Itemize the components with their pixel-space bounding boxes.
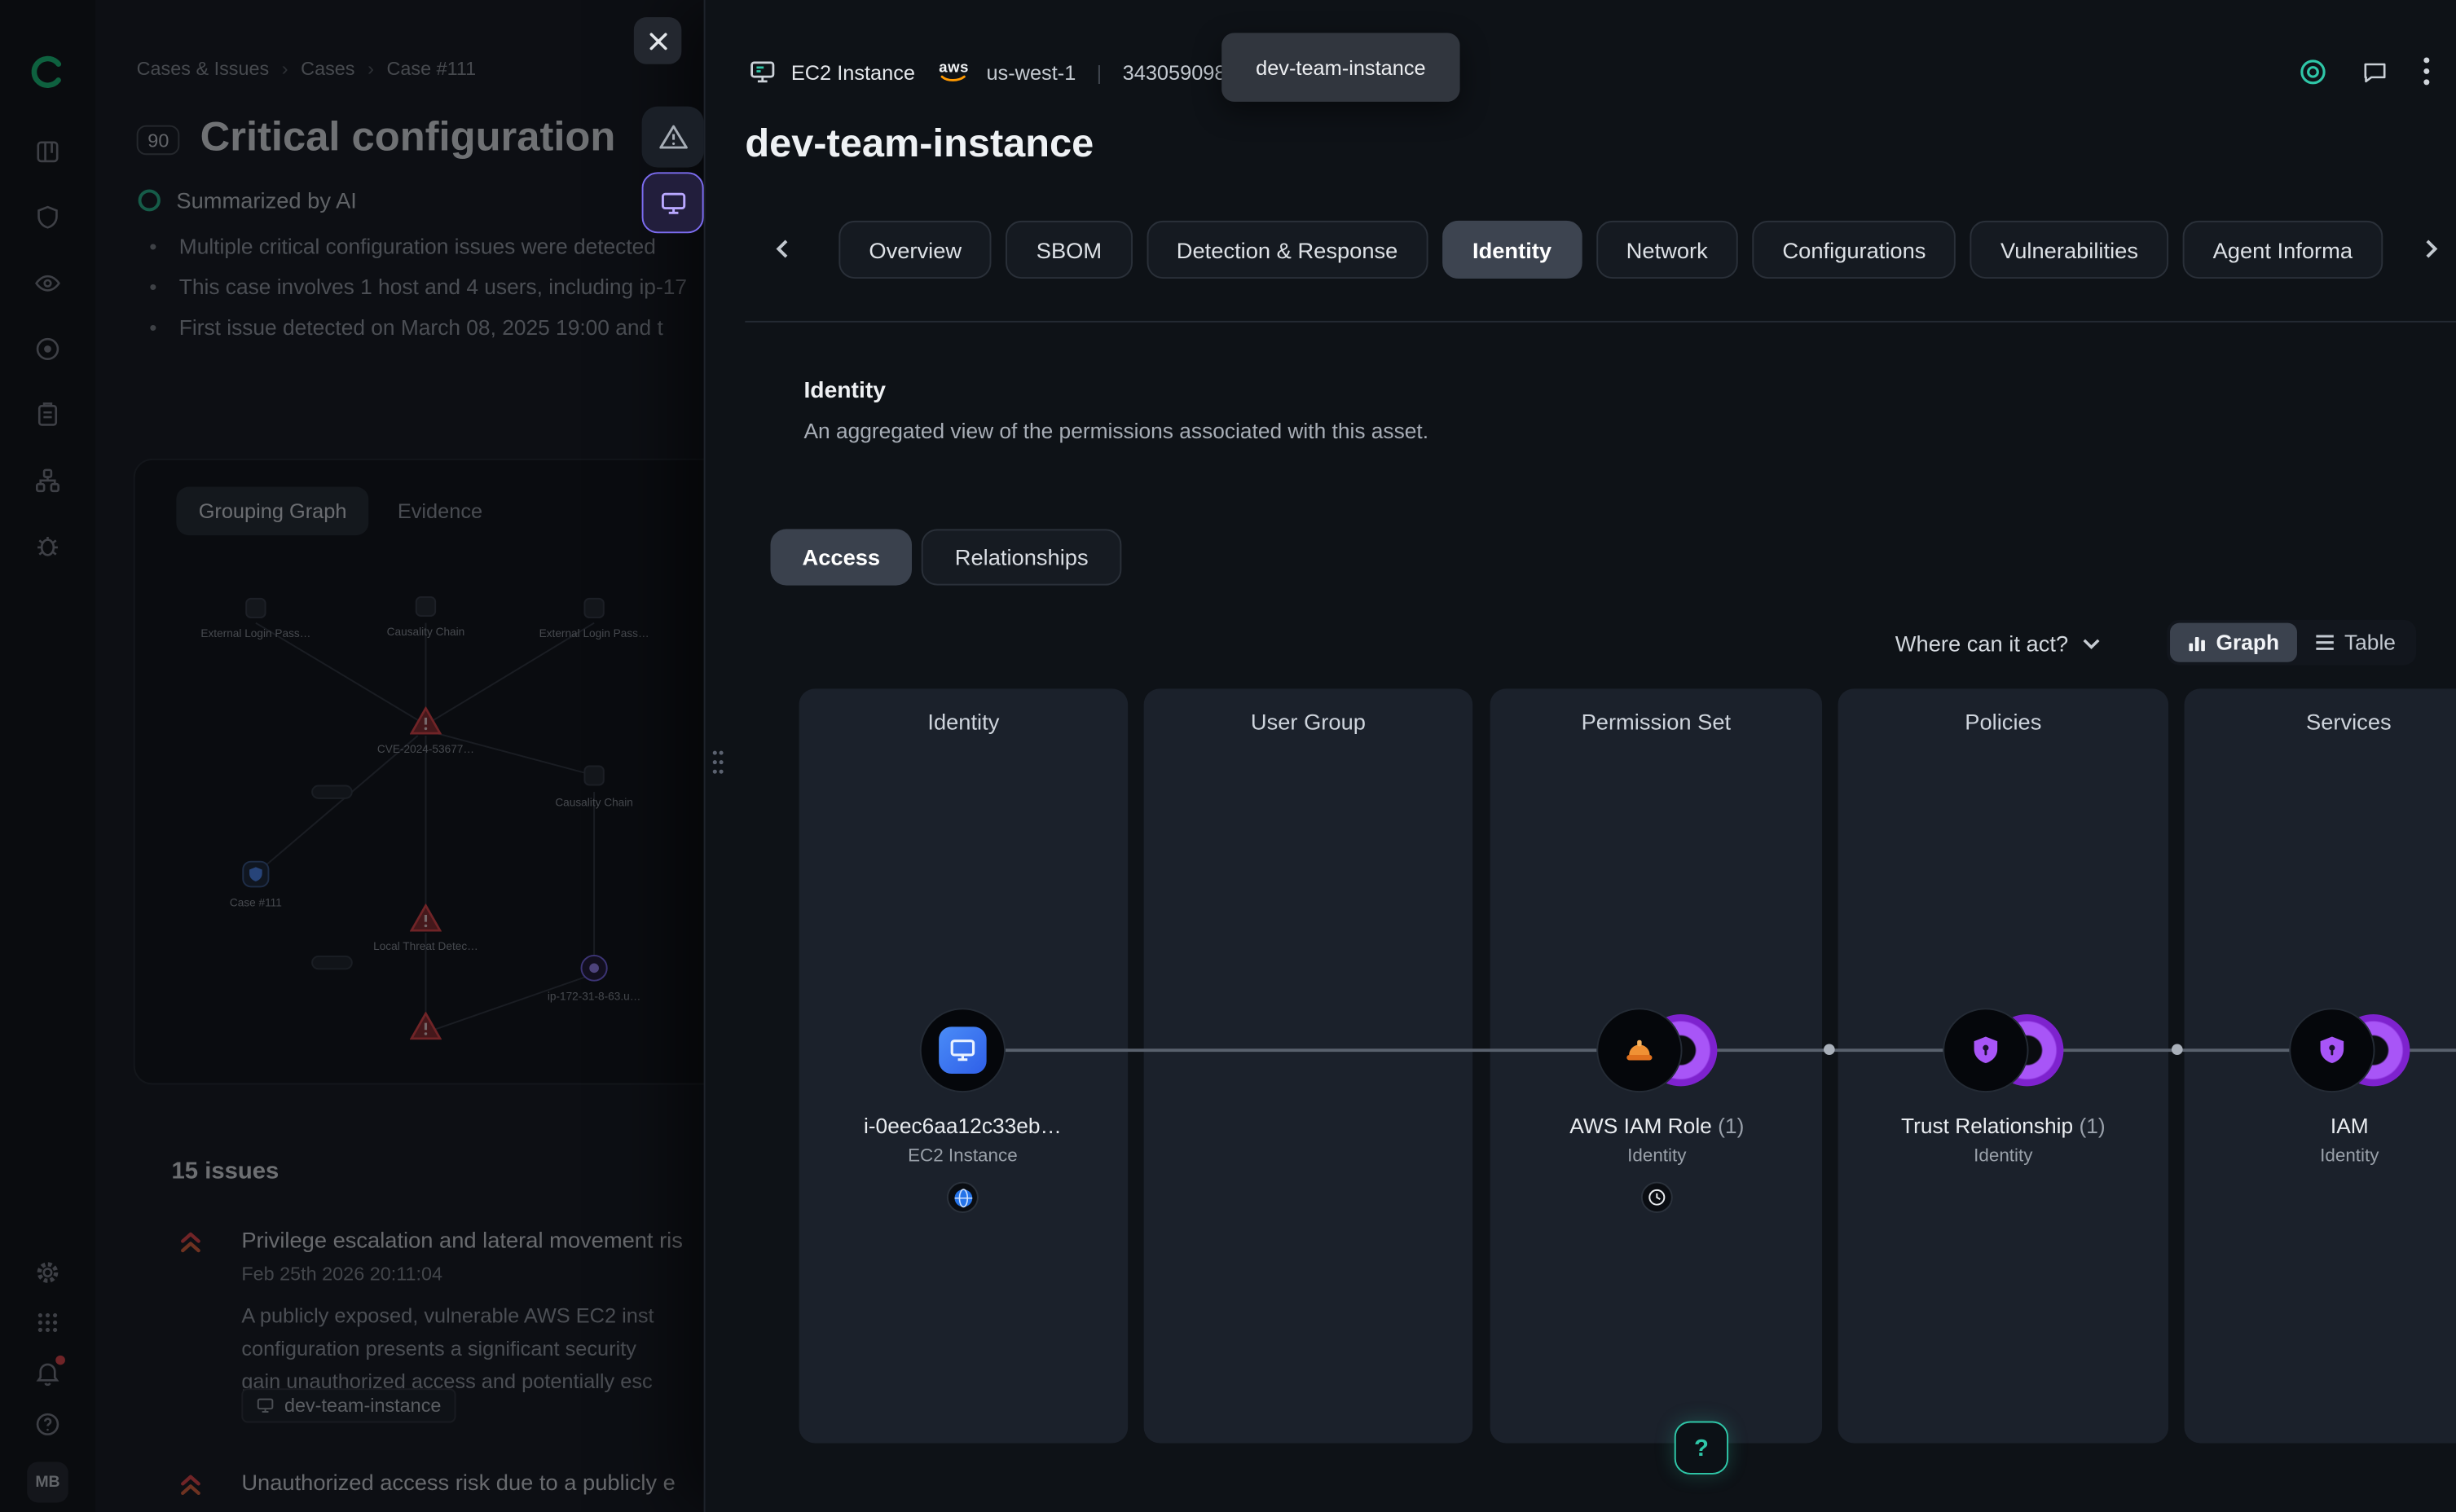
node-label: Trust Relationship	[1901, 1114, 2073, 1138]
close-icon	[647, 30, 667, 51]
ec2-monitor-icon	[939, 1026, 986, 1074]
tab-network[interactable]: Network	[1596, 221, 1738, 279]
warning-triangle-icon	[658, 124, 687, 151]
drawer-actions	[2299, 56, 2431, 94]
node-aws-iam-role[interactable]: AWS IAM Role (1) Identity	[1514, 1008, 1800, 1213]
asset-drawer: EC2 Instance aws us-west-1 | 343059098 d…	[704, 0, 2456, 1512]
where-can-it-act-dropdown[interactable]: Where can it act?	[1895, 623, 2100, 664]
tab-overview[interactable]: Overview	[838, 221, 992, 279]
column-header: User Group	[1144, 688, 1473, 734]
drawer-resize-handle[interactable]	[710, 748, 725, 784]
policy-shield-icon	[1968, 1033, 2003, 1067]
monitor-icon	[748, 58, 777, 86]
column-header: Identity	[799, 688, 1129, 734]
view-table-button[interactable]: Table	[2297, 623, 2414, 662]
tab-agent-information[interactable]: Agent Informa	[2183, 221, 2383, 279]
chevron-down-icon	[2083, 638, 2100, 648]
drawer-tab-alerts[interactable]	[642, 107, 704, 168]
tabs-scroll-right-icon[interactable]	[2414, 233, 2446, 264]
header-divider: |	[1097, 60, 1103, 84]
node-label: i-0eec6aa12c33eb…	[864, 1114, 1062, 1138]
node-label: IAM	[2331, 1114, 2369, 1138]
mode-access-button[interactable]: Access	[771, 529, 913, 585]
identity-section-description: An aggregated view of the permissions as…	[803, 420, 1428, 443]
tab-identity[interactable]: Identity	[1442, 221, 1582, 279]
asset-name-tooltip: dev-team-instance	[1221, 33, 1459, 102]
graph-table-toggle: Graph Table	[2167, 620, 2416, 666]
tab-detection-response[interactable]: Detection & Response	[1147, 221, 1428, 279]
node-sublabel: Identity	[1860, 1147, 2146, 1166]
kebab-menu-icon[interactable]	[2423, 56, 2431, 94]
session-clock-icon	[1641, 1182, 1673, 1213]
column-header: Policies	[1838, 688, 2168, 734]
connector-dot	[1824, 1044, 1835, 1055]
access-mode-toggle: Access Relationships	[771, 529, 1122, 585]
drawer-tab-asset[interactable]	[642, 172, 704, 233]
column-header: Permission Set	[1490, 688, 1822, 734]
node-sublabel: Identity	[1514, 1147, 1800, 1166]
node-sublabel: Identity	[2207, 1147, 2456, 1166]
table-list-icon	[2314, 634, 2335, 651]
iam-role-icon	[1620, 1031, 1658, 1069]
radar-scope-icon[interactable]	[2299, 57, 2327, 93]
chat-icon[interactable]	[2361, 57, 2389, 93]
aws-logo-icon: aws	[939, 62, 969, 82]
node-ec2-instance[interactable]: i-0eec6aa12c33eb… EC2 Instance	[820, 1008, 1106, 1213]
drawer-asset-header: EC2 Instance aws us-west-1 | 343059098	[748, 44, 1226, 100]
node-iam-service[interactable]: IAM Identity	[2207, 1008, 2456, 1166]
tabbar-divider	[745, 321, 2456, 323]
tabs-scroll-left-icon[interactable]	[766, 233, 798, 264]
node-count: (1)	[1718, 1114, 1744, 1138]
tab-configurations[interactable]: Configurations	[1752, 221, 1956, 279]
node-sublabel: EC2 Instance	[820, 1147, 1106, 1166]
region-label: us-west-1	[986, 60, 1076, 84]
close-drawer-button[interactable]	[634, 17, 681, 64]
tab-vulnerabilities[interactable]: Vulnerabilities	[1970, 221, 2168, 279]
node-label: AWS IAM Role	[1569, 1114, 1712, 1138]
bar-chart-icon	[2187, 633, 2206, 652]
app-stage: MB Cases & Issues › Cases › Case #111 90…	[0, 0, 2456, 1512]
service-shield-icon	[2314, 1033, 2349, 1067]
connector-dot	[2172, 1044, 2183, 1055]
identity-section-heading: Identity	[803, 379, 886, 404]
node-count: (1)	[2079, 1114, 2105, 1138]
act-filter-label: Where can it act?	[1895, 631, 2068, 656]
view-graph-button[interactable]: Graph	[2170, 623, 2297, 662]
tab-sbom[interactable]: SBOM	[1006, 221, 1132, 279]
help-button[interactable]: ?	[1675, 1422, 1728, 1475]
public-globe-icon	[947, 1182, 979, 1213]
node-trust-relationship[interactable]: Trust Relationship (1) Identity	[1860, 1008, 2146, 1166]
column-header: Services	[2185, 688, 2456, 734]
asset-tab-bar: Overview SBOM Detection & Response Ident…	[838, 221, 2383, 279]
mode-relationships-button[interactable]: Relationships	[922, 529, 1122, 585]
monitor-icon	[658, 189, 687, 218]
asset-type-label: EC2 Instance	[791, 60, 915, 84]
account-id-label: 343059098	[1123, 60, 1226, 84]
column-user-group: User Group	[1144, 688, 1473, 1443]
asset-title: dev-team-instance	[745, 122, 1094, 168]
